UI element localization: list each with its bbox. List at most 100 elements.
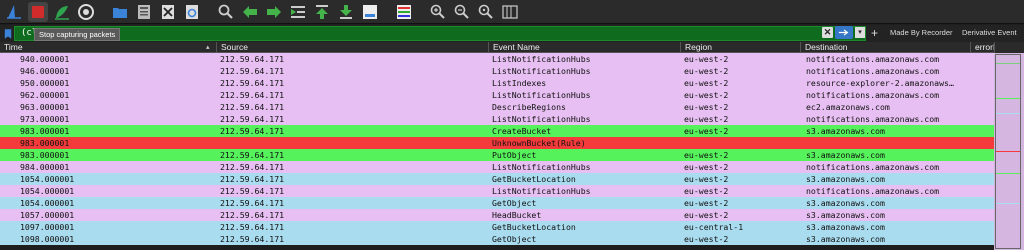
- cell-time: 962.000001: [20, 90, 70, 100]
- cell-region: eu-west-2: [684, 198, 729, 208]
- table-row[interactable]: 940.000001 212.59.64.171 ListNotificationH…: [0, 53, 994, 65]
- cell-time: 973.000001: [20, 114, 70, 124]
- stop-capture-icon[interactable]: [28, 1, 48, 22]
- cell-source: 212.59.64.171: [220, 174, 285, 184]
- cell-event-name: ListNotificationHubs: [492, 114, 591, 124]
- cell-event-name: HeadBucket: [492, 210, 542, 220]
- minimap-header: [994, 42, 1024, 53]
- cell-time: 940.000001: [20, 54, 70, 64]
- add-filter-button[interactable]: +: [871, 26, 881, 40]
- cell-event-name: DescribeRegions: [492, 102, 566, 112]
- cell-destination: s3.amazonaws.com: [806, 198, 885, 208]
- cell-region: eu-west-2: [684, 174, 729, 184]
- cell-region: eu-west-2: [684, 162, 729, 172]
- toolbar-separator: [100, 2, 106, 22]
- start-capture-icon[interactable]: [4, 2, 24, 22]
- go-back-icon[interactable]: [240, 2, 260, 22]
- packet-minimap[interactable]: [994, 53, 1024, 250]
- table-row[interactable]: 983.000001 212.59.64.171 CreateBucket eu-we…: [0, 125, 994, 137]
- bookmark-icon[interactable]: [2, 27, 14, 41]
- filter-button-derivative-event[interactable]: Derivative Event: [962, 28, 1017, 37]
- go-first-icon[interactable]: [312, 2, 332, 22]
- cell-event-name: CreateBucket: [492, 126, 552, 136]
- save-file-icon[interactable]: [134, 2, 154, 22]
- cell-time: 1098.000001: [20, 234, 75, 244]
- minimap-marker: [996, 113, 1020, 114]
- cell-region: eu-west-2: [684, 54, 729, 64]
- packet-list: 940.000001 212.59.64.171 ListNotificationH…: [0, 53, 994, 250]
- table-row[interactable]: 962.000001 212.59.64.171 ListNotificationH…: [0, 89, 994, 101]
- table-row[interactable]: 950.000001 212.59.64.171 ListIndexes eu-wes…: [0, 77, 994, 89]
- cell-time: 963.000001: [20, 102, 70, 112]
- table-row[interactable]: 1054.000001 212.59.64.171 GetObject eu-west…: [0, 197, 994, 209]
- column-header-error-message[interactable]: errorMessage: [970, 42, 994, 53]
- zoom-reset-icon[interactable]: [476, 2, 496, 22]
- table-row[interactable]: 1054.000001 212.59.64.171 ListNotification…: [0, 185, 994, 197]
- cell-time: 946.000001: [20, 66, 70, 76]
- cell-destination: s3.amazonaws.com: [806, 234, 885, 244]
- capture-options-icon[interactable]: [76, 2, 96, 22]
- minimap-marker: [996, 151, 1020, 152]
- cell-event-name: ListNotificationHubs: [492, 186, 591, 196]
- cell-event-name: GetObject: [492, 234, 537, 244]
- table-row[interactable]: 963.000001 212.59.64.171 DescribeRegions eu…: [0, 101, 994, 113]
- display-filter-input[interactable]: (clou er == "1"): [14, 26, 866, 41]
- column-header-destination[interactable]: Destination: [800, 42, 970, 53]
- cell-event-name: ListNotificationHubs: [492, 90, 591, 100]
- table-row[interactable]: 983.000001 212.59.64.171 PutObject eu-west-…: [0, 149, 994, 161]
- find-packet-icon[interactable]: [216, 2, 236, 22]
- table-row[interactable]: 973.000001 212.59.64.171 ListNotificationH…: [0, 113, 994, 125]
- table-row[interactable]: 983.000001 UnknownBucket(Rule): [0, 137, 994, 149]
- apply-filter-button[interactable]: [835, 26, 853, 39]
- cell-event-name: ListIndexes: [492, 78, 547, 88]
- cell-destination: notifications.amazonaws.com: [806, 114, 940, 124]
- clear-filter-button[interactable]: ✕: [822, 27, 833, 38]
- open-file-icon[interactable]: [110, 2, 130, 22]
- filter-button-made-by-recorder[interactable]: Made By Recorder: [890, 28, 953, 37]
- reload-file-icon[interactable]: [182, 2, 202, 22]
- table-row[interactable]: 946.000001 212.59.64.171 ListNotificationH…: [0, 65, 994, 77]
- cell-region: eu-west-2: [684, 114, 729, 124]
- table-row[interactable]: 1097.000001 212.59.64.171 GetBucketLocatio…: [0, 221, 994, 233]
- go-last-icon[interactable]: [336, 2, 356, 22]
- cell-region: eu-west-2: [684, 78, 729, 88]
- cell-source: 212.59.64.171: [220, 222, 285, 232]
- go-to-packet-icon[interactable]: [288, 2, 308, 22]
- table-row[interactable]: 1057.000001 212.59.64.171 HeadBucket eu-wes…: [0, 209, 994, 221]
- table-row[interactable]: 1054.000001 212.59.64.171 GetBucketLocatio…: [0, 173, 994, 185]
- cell-region: eu-west-2: [684, 234, 729, 244]
- colorize-icon[interactable]: [394, 2, 414, 22]
- cell-time: 983.000001: [20, 150, 70, 160]
- cell-destination: s3.amazonaws.com: [806, 126, 885, 136]
- toolbar-separator: [418, 2, 424, 22]
- autoscroll-icon[interactable]: [360, 2, 380, 22]
- cell-source: 212.59.64.171: [220, 162, 285, 172]
- cell-event-name: ListNotificationHubs: [492, 162, 591, 172]
- cell-destination: resource-explorer-2.amazonaws…: [806, 78, 954, 88]
- cell-region: eu-west-2: [684, 90, 729, 100]
- column-header-source[interactable]: Source: [216, 42, 488, 53]
- cell-time: 984.000001: [20, 162, 70, 172]
- cell-destination: s3.amazonaws.com: [806, 210, 885, 220]
- sort-ascending-icon: ▴: [206, 44, 210, 51]
- display-filter-bar: (clou er == "1") ✕ ▾ + Made By Recorder …: [0, 25, 1024, 42]
- minimap-marker: [996, 63, 1020, 64]
- zoom-out-icon[interactable]: [452, 2, 472, 22]
- filter-history-dropdown[interactable]: ▾: [855, 27, 865, 38]
- cell-source: 212.59.64.171: [220, 90, 285, 100]
- go-forward-icon[interactable]: [264, 2, 284, 22]
- column-header-time[interactable]: Time: [0, 42, 216, 53]
- close-file-icon[interactable]: [158, 2, 178, 22]
- toolbar-separator: [384, 2, 390, 22]
- cell-destination: s3.amazonaws.com: [806, 150, 885, 160]
- cell-source: 212.59.64.171: [220, 66, 285, 76]
- resize-columns-icon[interactable]: [500, 2, 520, 22]
- table-row[interactable]: 1098.000001 212.59.64.171 GetObject eu-west…: [0, 233, 994, 245]
- cell-event-name: ListNotificationHubs: [492, 66, 591, 76]
- column-header-region[interactable]: Region: [680, 42, 800, 53]
- column-header-event-name[interactable]: Event Name: [488, 42, 680, 53]
- table-row[interactable]: 984.000001 212.59.64.171 ListNotificationH…: [0, 161, 994, 173]
- restart-capture-icon[interactable]: [52, 2, 72, 22]
- minimap-marker: [996, 83, 1020, 84]
- zoom-in-icon[interactable]: [428, 2, 448, 22]
